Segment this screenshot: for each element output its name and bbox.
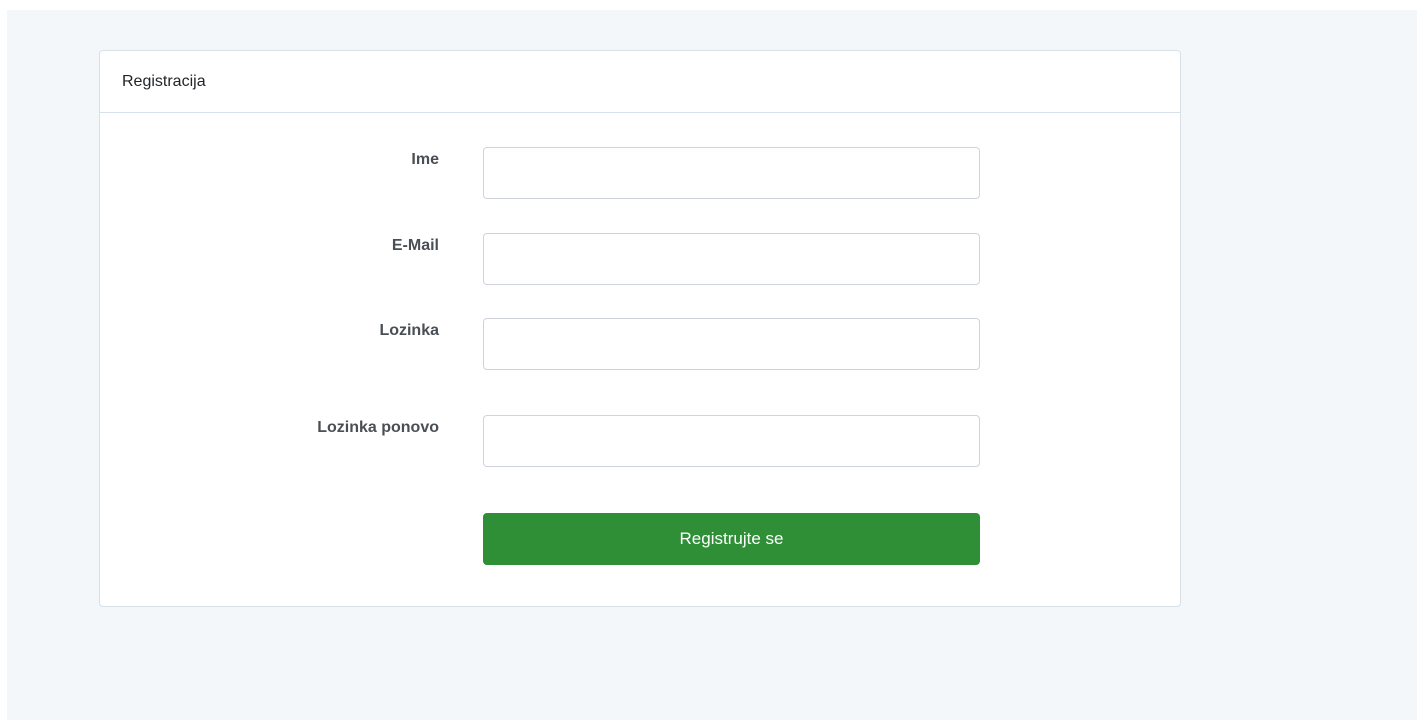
name-row: Ime	[100, 147, 1180, 199]
email-label: E-Mail	[391, 237, 439, 254]
name-label: Ime	[411, 151, 439, 168]
email-row: E-Mail	[100, 233, 1180, 285]
page-background: Registracija Ime E-Mail Lozinka Lozinka …	[7, 10, 1417, 720]
registration-card: Registracija Ime E-Mail Lozinka Lozinka …	[99, 50, 1181, 607]
name-input[interactable]	[483, 147, 980, 199]
email-input[interactable]	[483, 233, 980, 285]
password-confirm-label: Lozinka ponovo	[317, 419, 439, 436]
password-input[interactable]	[483, 318, 980, 370]
password-confirm-input[interactable]	[483, 415, 980, 467]
password-confirm-row: Lozinka ponovo	[100, 415, 1180, 467]
card-title: Registracija	[122, 73, 206, 90]
password-row: Lozinka	[100, 318, 1180, 370]
card-header: Registracija	[100, 51, 1180, 113]
register-button[interactable]: Registrujte se	[483, 513, 980, 565]
password-label: Lozinka	[379, 322, 439, 339]
